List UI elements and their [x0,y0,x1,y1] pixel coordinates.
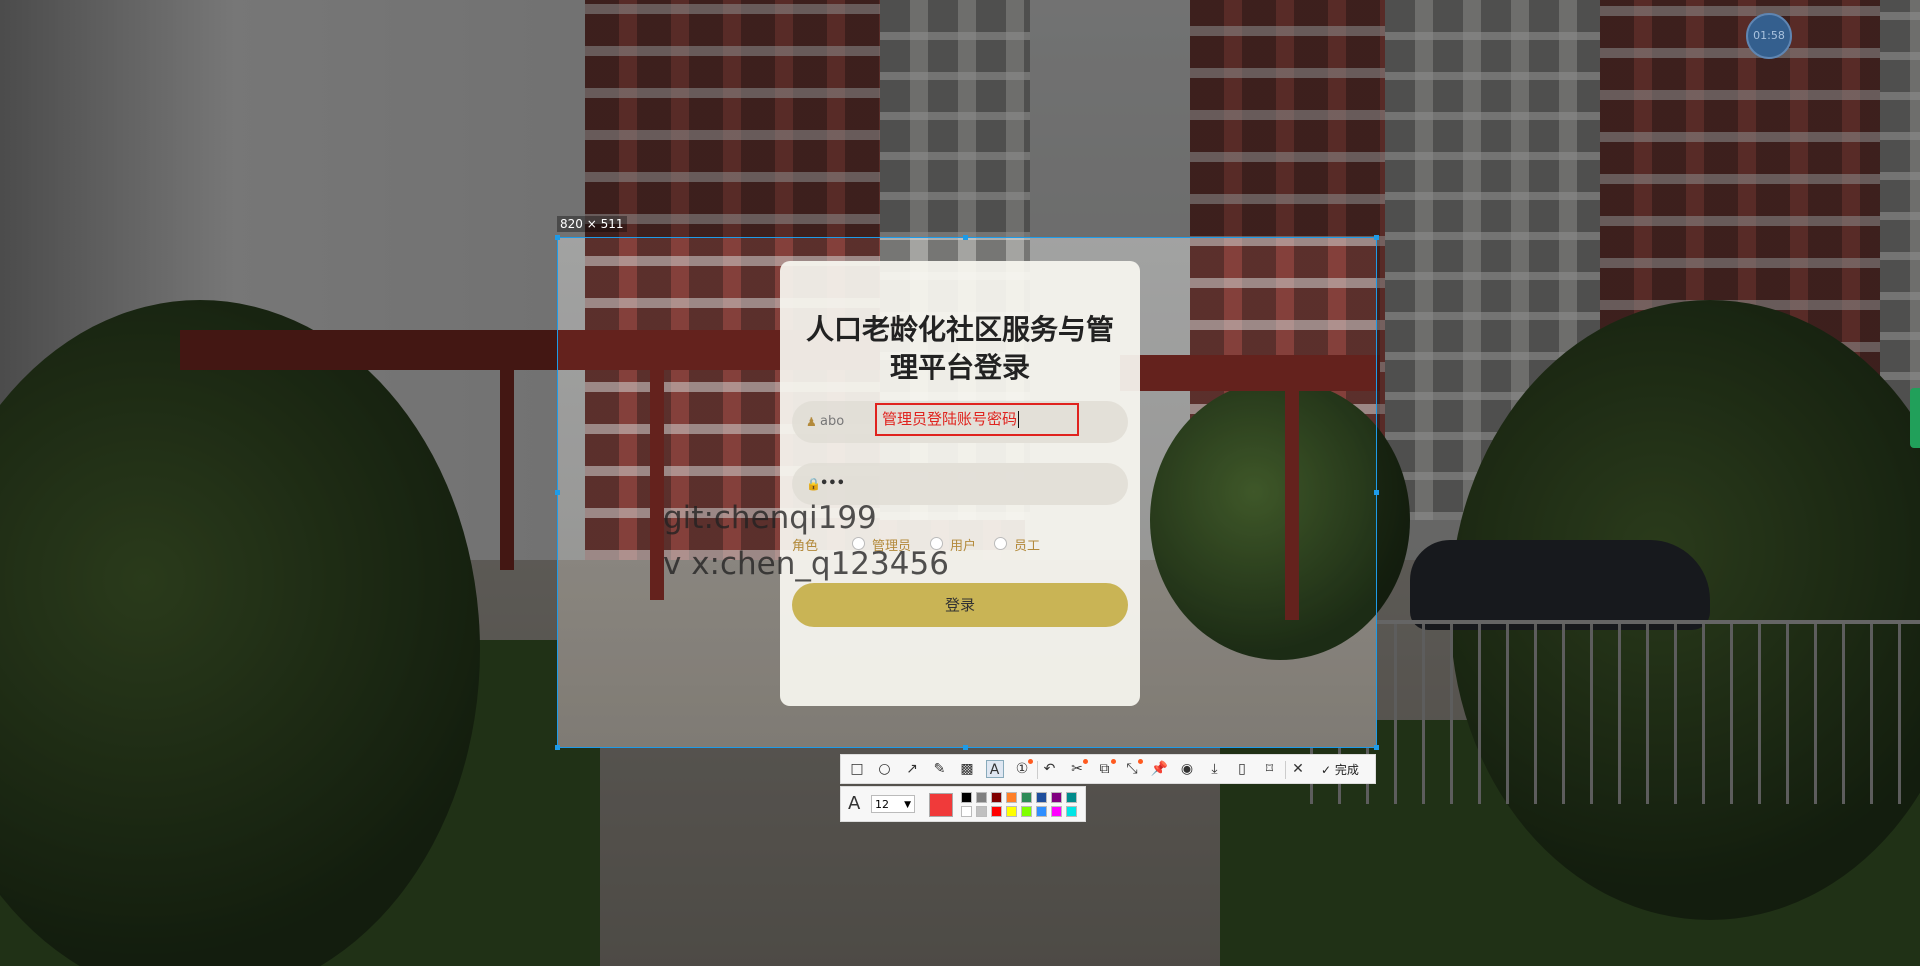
color-swatch[interactable] [1051,792,1062,803]
scroll-capture-tool[interactable]: ⤡ [1123,759,1143,778]
resize-handle-sw[interactable] [555,745,560,750]
pin-tool[interactable]: 📌 [1151,760,1169,778]
color-swatch[interactable] [1051,806,1062,817]
recording-timer[interactable]: 01:58 [1746,13,1792,59]
download-tool[interactable]: ⤓ [1206,760,1224,778]
color-swatch[interactable] [976,806,987,817]
selection-size-label: 820 × 511 [557,216,627,232]
rectangle-tool[interactable]: □ [848,760,866,778]
font-size-value: 12 [875,798,889,811]
color-swatch[interactable] [1036,792,1047,803]
font-size-select[interactable]: 12 ▼ [871,795,915,813]
color-swatch[interactable] [1036,806,1047,817]
record-tool[interactable]: ◉ [1178,760,1196,778]
pen-tool[interactable]: ✎ [931,760,949,778]
color-swatch[interactable] [1006,806,1017,817]
done-button[interactable]: ✓ 完成 [1321,761,1359,778]
done-label: 完成 [1334,763,1359,777]
toolbar-divider [1036,761,1038,779]
undo-tool[interactable]: ↶ [1041,760,1059,778]
color-swatch[interactable] [1066,806,1077,817]
mosaic-tool[interactable]: ▩ [958,760,976,778]
text-options-bar: A 12 ▼ [840,786,1086,822]
resize-handle-ne[interactable] [1374,235,1379,240]
screenshot-toolbar: □ ○ ↗ ✎ ▩ A ① ↶ ✂ ⧉ ⤡ 📌 ◉ ⤓ ▯ ⌑ ✕ ✓ 完成 [840,754,1376,784]
color-swatch[interactable] [1021,806,1032,817]
arrow-tool[interactable]: ↗ [903,760,921,778]
resize-handle-w[interactable] [555,490,560,495]
side-edge-widget[interactable] [1910,388,1920,448]
save-tool[interactable]: ▯ [1233,760,1251,778]
color-swatch[interactable] [991,792,1002,803]
number-tool[interactable]: ① [1013,759,1033,778]
color-swatch[interactable] [976,792,987,803]
color-swatch[interactable] [1021,792,1032,803]
resize-handle-n[interactable] [963,235,968,240]
text-tool[interactable]: A [985,760,1004,778]
toolbar-divider [1285,761,1286,779]
ellipse-tool[interactable]: ○ [876,760,894,778]
color-swatch[interactable] [961,806,972,817]
translate-tool[interactable]: ⧉ [1096,759,1116,778]
selection-frame[interactable] [555,235,1379,750]
close-tool[interactable]: ✕ [1289,760,1307,778]
color-swatch[interactable] [991,806,1002,817]
resize-handle-se[interactable] [1374,745,1379,750]
resize-handle-s[interactable] [963,745,968,750]
font-size-icon: A [848,793,861,814]
chevron-down-icon: ▼ [904,800,911,810]
color-swatch[interactable] [1066,792,1077,803]
color-swatch[interactable] [961,792,972,803]
resize-handle-e[interactable] [1374,490,1379,495]
color-swatch[interactable] [1006,792,1017,803]
current-color-swatch[interactable] [929,793,953,817]
bookmark-tool[interactable]: ⌑ [1261,760,1279,778]
resize-handle-nw[interactable] [555,235,560,240]
ocr-tool[interactable]: ✂ [1068,759,1088,778]
